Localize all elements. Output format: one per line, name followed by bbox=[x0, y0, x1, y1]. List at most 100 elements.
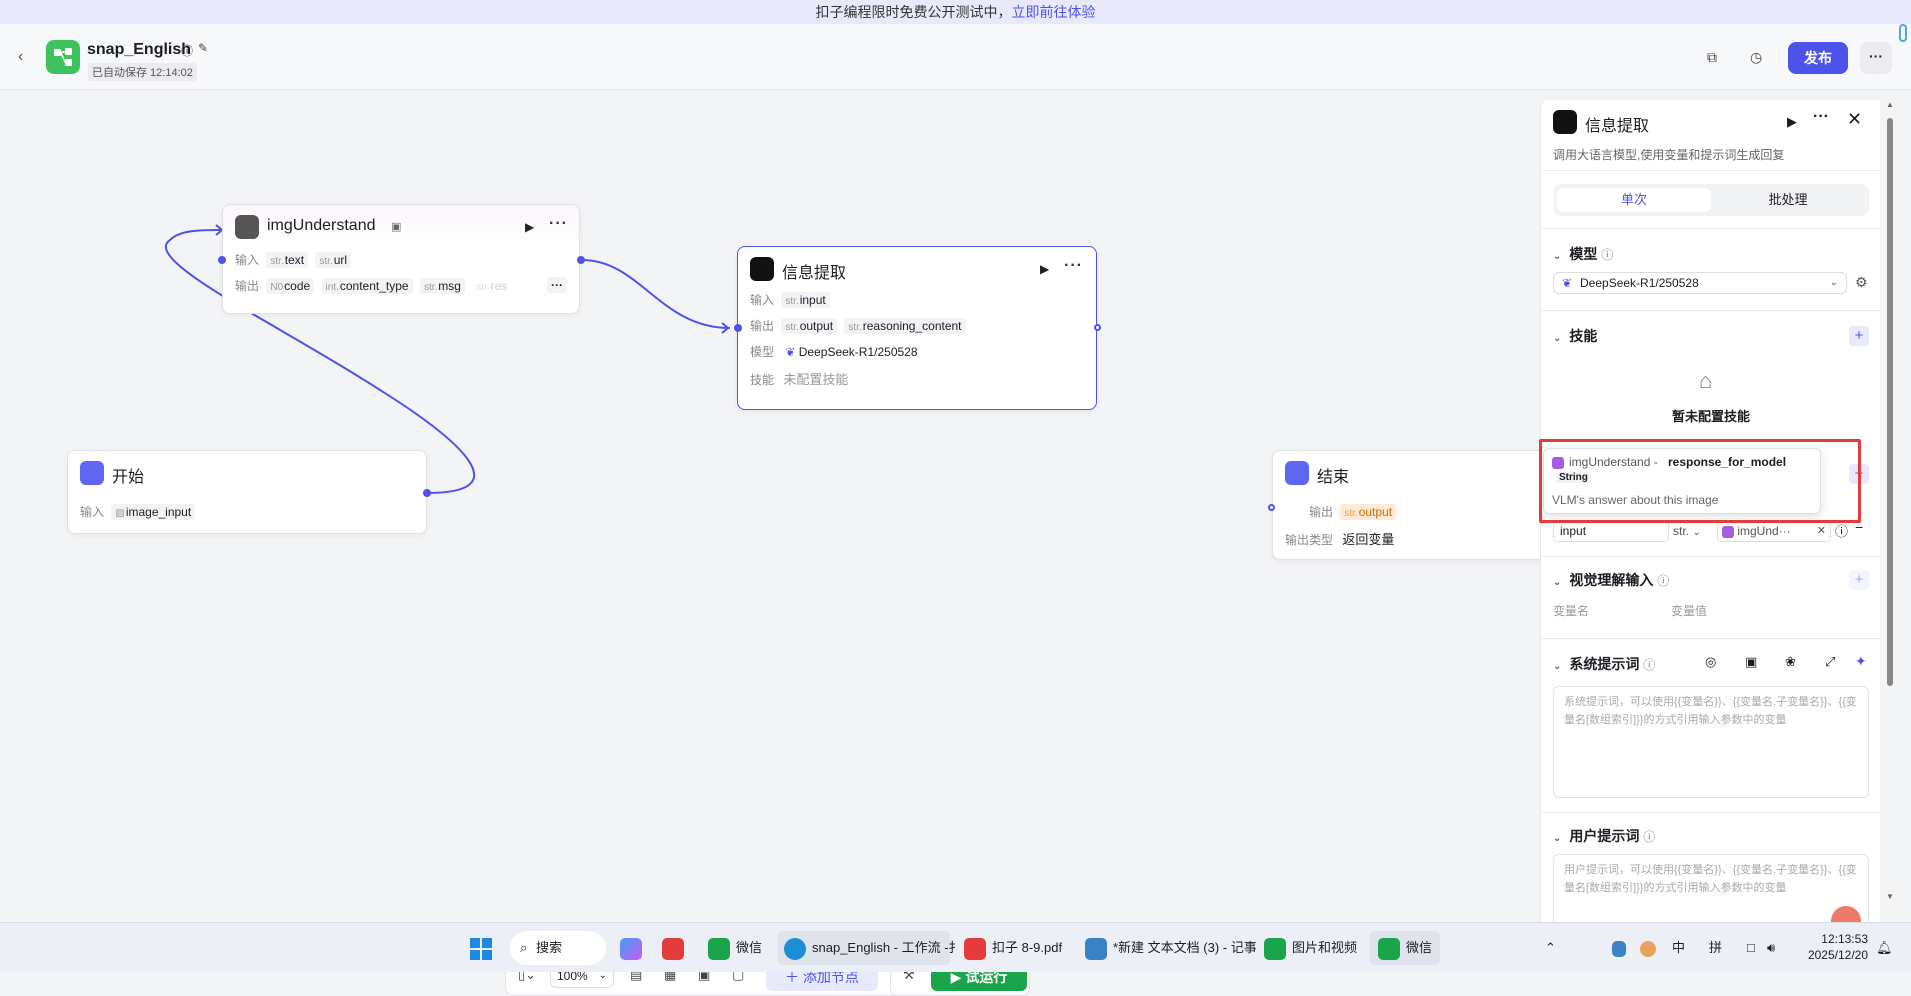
input-port[interactable] bbox=[734, 324, 742, 332]
node-more-icon[interactable]: ··· bbox=[1064, 257, 1083, 275]
app-header: ‹ snap_English ⓘ ✎ 已自动保存 12:14:02 ⧉ ◷ 发布… bbox=[0, 24, 1911, 90]
taskbar-app-edge[interactable]: snap_English - 工作流 -扌 bbox=[778, 931, 962, 965]
taskbar-search[interactable]: ⌕ 搜索 bbox=[510, 931, 606, 965]
expand-icon[interactable]: ⤢ bbox=[1825, 654, 1835, 670]
node-end[interactable]: 结束 输出 str.output 输出类型 返回变量 bbox=[1272, 450, 1552, 560]
windows-taskbar: ⌕ 搜索 微信 snap_English - 工作流 -扌 扣子 8-9.pdf … bbox=[0, 922, 1911, 972]
user-prompt-header[interactable]: ⌄ 用户提示词 ⓘ bbox=[1553, 826, 1655, 846]
input-reference-select[interactable]: imgUnd··· ✕ bbox=[1717, 520, 1831, 542]
panel-description: 调用大语言模型,使用变量和提示词生成回复 bbox=[1553, 148, 1785, 162]
user-prompt-input[interactable]: 用户提示词，可以使用{{变量名}}、{{变量名.子变量名}}、{{变量名[数组索… bbox=[1553, 854, 1869, 922]
ime-pinyin[interactable]: 拼 bbox=[1709, 931, 1722, 965]
node-title: 结束 bbox=[1317, 469, 1350, 486]
copilot-icon[interactable] bbox=[620, 931, 648, 965]
window-edge-indicator bbox=[1899, 24, 1907, 42]
history-icon[interactable]: ◷ bbox=[1750, 49, 1762, 66]
node-outputs-row: 输出 N0code int.content_type str.msg str.r… bbox=[235, 278, 508, 294]
more-outputs-icon[interactable]: ··· bbox=[547, 277, 567, 293]
workflow-canvas[interactable]: imgUnderstand ▣ ▶ ··· 输入 str.text str.ur… bbox=[0, 90, 1552, 996]
deepseek-icon: ❦ bbox=[785, 345, 796, 359]
input-port[interactable] bbox=[1268, 504, 1275, 511]
app-name: snap_English bbox=[87, 41, 192, 58]
panel-scrollbar[interactable]: ▲ ▼ bbox=[1885, 100, 1895, 922]
variable-info-icon[interactable]: ⓘ bbox=[1835, 521, 1848, 540]
info-icon: ⓘ bbox=[1657, 574, 1670, 588]
input-name-field[interactable]: input bbox=[1553, 520, 1669, 542]
node-title: imgUnderstand bbox=[267, 217, 376, 234]
imgunderstand-avatar bbox=[235, 215, 259, 239]
add-skill-button[interactable]: + bbox=[1849, 326, 1869, 346]
vision-section-header[interactable]: ⌄ 视觉理解输入 ⓘ bbox=[1553, 570, 1669, 590]
add-vision-input-button[interactable]: + bbox=[1849, 570, 1869, 590]
empty-skill-icon: ⌂ bbox=[1699, 368, 1713, 393]
taskbar-app-notepad[interactable]: *新建 文本文档 (3) - 记事 bbox=[1085, 931, 1257, 965]
panel-title: 信息提取 bbox=[1585, 118, 1650, 135]
clock[interactable]: 12:13:53 2025/12/20 bbox=[1804, 931, 1868, 963]
workflow-logo-icon bbox=[46, 40, 80, 74]
info-icon[interactable]: ⓘ bbox=[181, 42, 193, 59]
more-icon[interactable]: ··· bbox=[1813, 108, 1829, 126]
chevron-up-icon[interactable]: ⌃ bbox=[1545, 931, 1556, 965]
banner-link[interactable]: 立即前往体验 bbox=[1012, 4, 1096, 20]
plugin-icon: ▣ bbox=[391, 221, 402, 233]
copy-icon[interactable]: ⧉ bbox=[1707, 49, 1717, 66]
node-model-row: 模型 ❦ DeepSeek-R1/250528 bbox=[750, 345, 918, 359]
edit-icon[interactable]: ✎ bbox=[198, 41, 208, 55]
model-settings-icon[interactable]: ⚙ bbox=[1855, 274, 1868, 291]
search-icon: ⌕ bbox=[520, 940, 528, 955]
taskbar-app-wechat-work[interactable]: 微信 bbox=[708, 931, 762, 965]
run-node-icon[interactable]: ▶ bbox=[525, 220, 534, 234]
node-title: 开始 bbox=[112, 469, 145, 486]
model-section-header[interactable]: ⌄ 模型 ⓘ bbox=[1553, 244, 1613, 264]
taskbar-app-wechat[interactable]: 微信 bbox=[1370, 931, 1441, 965]
output-port[interactable] bbox=[577, 256, 585, 264]
model-select[interactable]: ❦ DeepSeek-R1/250528 ⌄ bbox=[1553, 272, 1847, 294]
llm-icon bbox=[750, 257, 774, 281]
info-icon: ⓘ bbox=[1643, 830, 1656, 844]
run-node-icon[interactable]: ▶ bbox=[1040, 262, 1049, 276]
llm-icon bbox=[1553, 110, 1577, 134]
tab-batch[interactable]: 批处理 bbox=[1711, 188, 1865, 212]
node-imgunderstand[interactable]: imgUnderstand ▣ ▶ ··· 输入 str.text str.ur… bbox=[222, 204, 580, 314]
skill-section-header[interactable]: ⌄ 技能 bbox=[1553, 326, 1597, 346]
info-icon: ⓘ bbox=[1601, 248, 1614, 262]
node-outputs-row: 输出 str.output str.reasoning_content bbox=[750, 317, 966, 334]
taskbar-app-photos[interactable]: 图片和视频 bbox=[1264, 931, 1357, 965]
node-title: 信息提取 bbox=[782, 265, 847, 282]
compass-icon[interactable]: ◎ bbox=[1705, 654, 1716, 670]
mode-tabs: 单次 批处理 bbox=[1553, 184, 1869, 216]
start-button[interactable] bbox=[470, 931, 492, 965]
notification-bell-icon[interactable]: 🔔︎ bbox=[1876, 931, 1893, 965]
volume-icon[interactable]: 🔊︎ bbox=[1767, 931, 1775, 965]
node-start[interactable]: 开始 输入 ▨image_input bbox=[67, 450, 427, 534]
output-port[interactable] bbox=[1094, 324, 1101, 331]
output-port[interactable] bbox=[423, 489, 431, 497]
var-value-label: 变量值 bbox=[1671, 604, 1708, 618]
ime-chinese[interactable]: 中 bbox=[1672, 931, 1685, 965]
node-info-extract[interactable]: 信息提取 ▶ ··· 输入 str.input 输出 str.output st… bbox=[737, 246, 1097, 410]
library-icon[interactable]: ▣ bbox=[1745, 654, 1757, 670]
input-port[interactable] bbox=[218, 256, 226, 264]
bulb-icon[interactable]: ❀ bbox=[1785, 654, 1796, 670]
back-icon[interactable]: ‹ bbox=[18, 48, 23, 66]
wps-icon[interactable] bbox=[662, 931, 690, 965]
tray-user-icon[interactable] bbox=[1640, 931, 1662, 965]
clear-icon: ✕ bbox=[1816, 525, 1826, 537]
taskbar-app-pdf[interactable]: 扣子 8-9.pdf bbox=[964, 931, 1062, 965]
input-type-select[interactable]: str. ⌄ bbox=[1673, 520, 1713, 542]
publish-button[interactable]: 发布 bbox=[1788, 42, 1848, 74]
close-icon[interactable]: ✕ bbox=[1847, 109, 1862, 130]
start-icon bbox=[80, 461, 104, 485]
more-icon[interactable]: ··· bbox=[1860, 42, 1892, 74]
deepseek-icon: ❦ bbox=[1562, 276, 1573, 290]
var-name-label: 变量名 bbox=[1553, 604, 1590, 618]
node-more-icon[interactable]: ··· bbox=[549, 215, 568, 233]
run-icon[interactable]: ▶ bbox=[1787, 114, 1797, 130]
network-icon[interactable]: □ bbox=[1747, 931, 1755, 965]
tray-app-icon[interactable] bbox=[1612, 931, 1632, 965]
system-prompt-input[interactable]: 系统提示词，可以使用{{变量名}}、{{变量名.子变量名}}、{{变量名[数组索… bbox=[1553, 686, 1869, 798]
plugin-icon bbox=[1722, 525, 1734, 538]
tab-single[interactable]: 单次 bbox=[1557, 188, 1711, 212]
ai-generate-icon[interactable]: ✦ bbox=[1855, 653, 1867, 670]
system-prompt-header[interactable]: ⌄ 系统提示词 ⓘ bbox=[1553, 654, 1655, 674]
